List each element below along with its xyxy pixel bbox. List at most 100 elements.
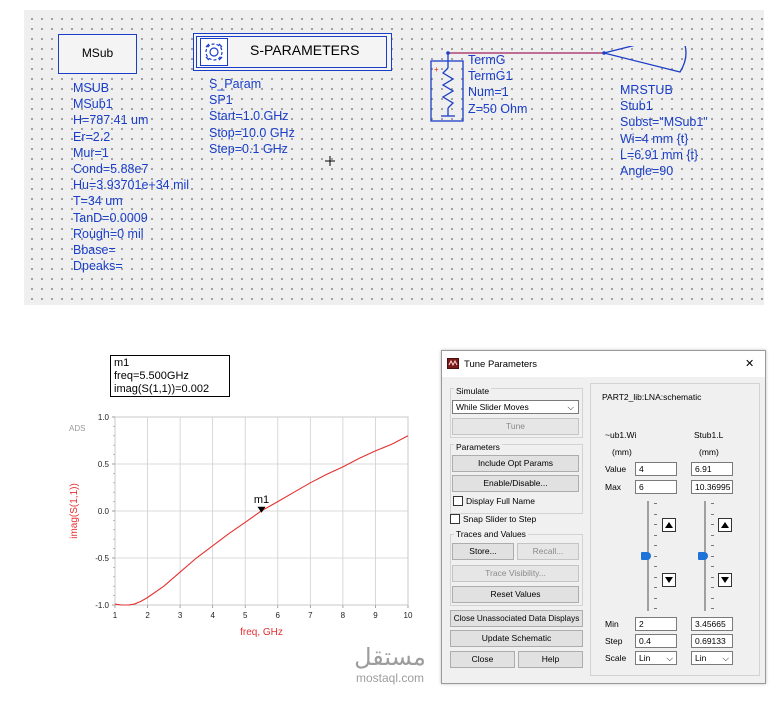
term-param-line: Num=1 — [468, 85, 509, 100]
slider-tick — [711, 534, 714, 536]
msub-param-line: Mur=1 — [73, 145, 109, 160]
crosshair-cursor-icon — [325, 156, 335, 166]
recall-button[interactable]: Recall... — [517, 543, 579, 560]
param2-down-arrow-icon[interactable] — [718, 573, 732, 587]
watermark: مستقل mostaql.com — [340, 643, 440, 685]
svg-text:+: + — [434, 65, 439, 74]
msub-param-line: MSub1 — [73, 97, 113, 112]
slider-tick — [711, 576, 714, 578]
x-tick-label: 5 — [243, 611, 248, 620]
slider-tick — [654, 545, 657, 546]
term-param-line: TermG — [468, 53, 506, 67]
tune-button[interactable]: Tune — [452, 418, 579, 435]
snap-slider-label: Snap Slider to Step — [463, 514, 537, 524]
y-tick-label: 0.0 — [98, 507, 110, 516]
chevron-down-icon: ⌵ — [722, 653, 729, 663]
param2-max-input[interactable]: 10.36995 — [691, 480, 733, 494]
param1-down-arrow-icon[interactable] — [662, 573, 676, 587]
stub-param-line: MRSTUB — [620, 83, 673, 97]
sparameters-component[interactable]: S-PARAMETERS — [193, 33, 392, 71]
update-schematic-button[interactable]: Update Schematic — [450, 630, 583, 647]
reset-values-button[interactable]: Reset Values — [452, 586, 579, 603]
stub-param-line: L=6.91 mm {t} — [620, 147, 699, 162]
tune-parameters-dialog[interactable]: Tune Parameters ✕ Simulate While Slider … — [441, 350, 766, 684]
y-tick-label: -0.5 — [95, 554, 109, 563]
param2-min-input[interactable]: 3.45665 — [691, 617, 733, 631]
stub-param-line: Wi=4 mm {t} — [620, 131, 689, 146]
chevron-down-icon: ⌵ — [567, 402, 574, 412]
sparam-param-line: Stop=10.0 GHz — [209, 125, 295, 140]
param1-value-input[interactable]: 4 — [635, 462, 677, 476]
simulate-mode-select[interactable]: While Slider Moves ⌵ — [452, 400, 579, 414]
min-row-label: Min — [605, 619, 619, 629]
param2-slider-thumb[interactable] — [698, 552, 708, 560]
dialog-titlebar[interactable]: Tune Parameters ✕ — [442, 351, 765, 377]
slider-tick — [654, 608, 657, 609]
slider-tick — [654, 576, 657, 578]
param1-step-input[interactable]: 0.4 — [635, 634, 677, 648]
param1-scale-select[interactable]: Lin ⌵ — [635, 651, 677, 665]
chevron-down-icon: ⌵ — [666, 653, 673, 663]
param2-scale-value: Lin — [695, 653, 707, 663]
slider-tick — [654, 534, 657, 536]
slider-tick — [711, 513, 714, 515]
display-full-name-checkbox[interactable] — [453, 496, 463, 506]
parameters-group-label: Parameters — [454, 442, 502, 452]
slider-tick — [711, 566, 714, 567]
close-unassociated-button[interactable]: Close Unassociated Data Displays — [450, 610, 583, 627]
msub-param-line: TanD=0.0009 — [73, 210, 148, 225]
param1-name: ~ub1.Wi — [605, 430, 637, 440]
dialog-title: Tune Parameters — [464, 359, 538, 370]
include-opt-params-button[interactable]: Include Opt Params — [452, 455, 579, 472]
marker-readout-box[interactable]: m1 freq=5.500GHz imag(S(1,1))=0.002 — [110, 355, 230, 397]
slider-tick — [654, 566, 657, 567]
msub-component[interactable]: MSub — [58, 34, 137, 74]
param1-slider-thumb[interactable] — [641, 552, 651, 560]
param1-scale-value: Lin — [639, 653, 651, 663]
slider-tick — [654, 503, 657, 504]
term-param-line: Z=50 Ohm — [468, 101, 528, 116]
slider-tick — [654, 555, 657, 557]
slider-tick — [654, 513, 657, 515]
param2-scale-select[interactable]: Lin ⌵ — [691, 651, 733, 665]
close-button[interactable]: Close — [450, 651, 515, 668]
x-tick-label: 3 — [178, 611, 183, 620]
param2-step-input[interactable]: 0.69133 — [691, 634, 733, 648]
simulate-group-label: Simulate — [454, 386, 492, 396]
sparameters-icon — [200, 38, 228, 66]
marker-name: m1 — [114, 357, 130, 369]
snap-slider-checkbox[interactable] — [450, 514, 460, 524]
sparam-param-line: S_Param — [209, 77, 262, 91]
traces-values-group-label: Traces and Values — [454, 529, 528, 539]
store-button[interactable]: Store... — [452, 543, 514, 560]
param1-up-arrow-icon[interactable] — [662, 518, 676, 532]
trace-visibility-button[interactable]: Trace Visibility... — [452, 565, 579, 582]
param1-min-input[interactable]: 2 — [635, 617, 677, 631]
param2-unit: (mm) — [699, 447, 719, 457]
param2-up-arrow-icon[interactable] — [718, 518, 732, 532]
msub-param-line: Bbase= — [73, 243, 116, 257]
close-icon[interactable]: ✕ — [745, 357, 754, 370]
msub-box-label: MSub — [81, 46, 114, 60]
imag-s11-plot[interactable]: 1 2 3 4 5 6 7 8 9 10 -1.0 -0.5 0.0 0.5 1.0 ADS freq, GHz… — [55, 405, 425, 650]
msub-param-line: Er=2.2 — [73, 129, 111, 144]
y-tick-label: 0.5 — [98, 460, 110, 469]
watermark-arabic: مستقل — [354, 643, 426, 671]
x-tick-label: 1 — [113, 611, 118, 620]
x-tick-label: 6 — [276, 611, 281, 620]
marker-label: m1 — [254, 494, 269, 506]
param1-max-input[interactable]: 6 — [635, 480, 677, 494]
ads-label: ADS — [69, 424, 85, 433]
sparam-param-line: SP1 — [209, 93, 233, 108]
slider-tick — [654, 597, 657, 599]
slider-tick — [711, 608, 714, 609]
x-tick-label: 8 — [341, 611, 346, 620]
msub-param-line: Rough=0 mil — [73, 226, 144, 241]
marker-freq: freq=5.500GHz — [114, 370, 189, 382]
sparam-param-line: Step=0.1 GHz — [209, 141, 288, 156]
help-button[interactable]: Help — [518, 651, 583, 668]
schematic-canvas[interactable]: MSub MSUB MSub1 H=787.41 um Er=2.2 Mur=1 Cond… — [24, 10, 764, 305]
enable-disable-button[interactable]: Enable/Disable... — [452, 475, 579, 492]
param2-value-input[interactable]: 6.91 — [691, 462, 733, 476]
term-param-line: TermG1 — [468, 69, 513, 84]
